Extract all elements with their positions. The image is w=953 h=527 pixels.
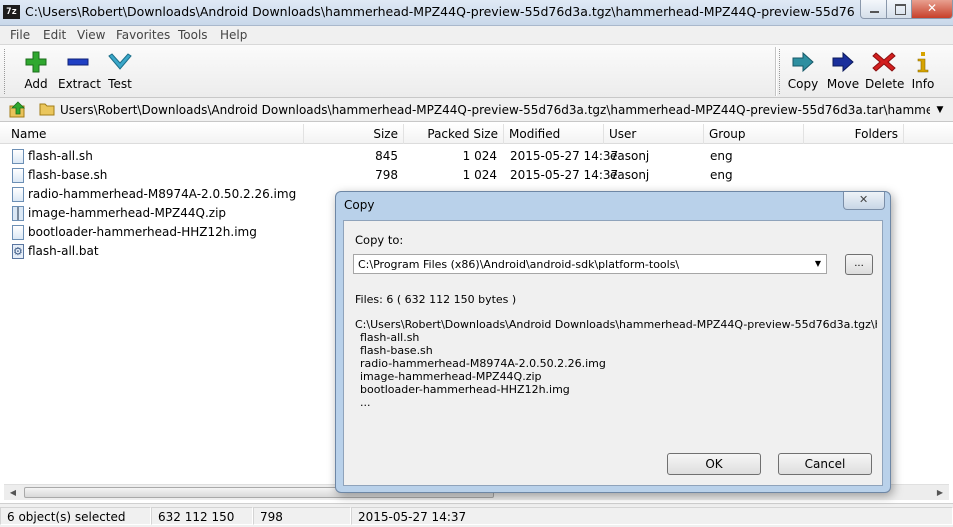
toolbar-separator [775,47,777,96]
folder-icon [39,102,55,116]
column-header: Name Size Packed Size Modified User Grou… [0,124,953,144]
close-button[interactable] [911,0,953,19]
menu-favorites[interactable]: Favorites [116,28,170,42]
status-selected: 6 object(s) selected [0,507,151,525]
plus-icon [24,51,48,73]
dialog-body: Copy to: C:\Program Files (x86)\Android\… [343,220,883,486]
minimize-button[interactable] [860,0,887,19]
copy-dialog: Copy Copy to: C:\Program Files (x86)\And… [335,191,891,493]
chevron-down-icon[interactable]: ▼ [933,102,947,118]
column-size[interactable]: Size [304,124,404,144]
batch-file-icon [12,242,24,261]
scroll-left-icon[interactable]: ◀ [6,486,20,500]
cancel-button[interactable]: Cancel [778,453,872,475]
column-group[interactable]: Group [704,124,804,144]
status-bar: 6 object(s) selected 632 112 150 798 201… [0,503,953,527]
list-item: ... [360,396,371,409]
toolbar-grip[interactable] [4,49,7,94]
delete-x-icon [872,51,896,73]
move-arrow-icon [831,51,855,73]
destination-input[interactable]: C:\Program Files (x86)\Android\android-s… [358,255,679,274]
menu-bar: File Edit View Favorites Tools Help [0,26,953,45]
browse-button[interactable]: ... [845,254,873,275]
document-icon [12,225,24,240]
source-path: C:\Users\Robert\Downloads\Android Downlo… [355,318,877,331]
status-modified: 2015-05-27 14:37 [351,507,953,525]
dialog-close-button[interactable] [843,192,885,210]
column-name[interactable]: Name [0,124,304,144]
menu-edit[interactable]: Edit [43,28,66,42]
copy-to-label: Copy to: [355,233,404,247]
test-button[interactable]: Test [104,51,136,95]
document-icon [12,168,24,183]
document-icon [12,149,24,164]
files-summary: Files: 6 ( 632 112 150 bytes ) [355,293,517,306]
address-input[interactable]: Users\Robert\Downloads\Android Downloads… [60,101,930,119]
list-item: flash-base.sh [360,344,433,357]
menu-help[interactable]: Help [220,28,247,42]
add-button[interactable]: Add [20,51,52,95]
minus-icon [66,51,90,73]
table-row[interactable]: flash-base.sh 798 1 024 2015-05-27 14:37… [0,166,940,185]
maximize-button[interactable] [886,0,912,19]
up-folder-icon[interactable] [9,101,27,118]
check-icon [108,51,132,73]
delete-button[interactable]: Delete [865,51,904,95]
title-bar: 7z C:\Users\Robert\Downloads\Android Dow… [0,0,953,26]
move-button[interactable]: Move [826,51,860,95]
list-item: image-hammerhead-MPZ44Q.zip [360,370,542,383]
ok-button[interactable]: OK [667,453,761,475]
copy-arrow-icon [791,51,815,73]
column-modified[interactable]: Modified [504,124,604,144]
status-size: 632 112 150 [151,507,253,525]
status-packed: 798 [253,507,351,525]
info-button[interactable]: Info [909,51,937,95]
list-item: radio-hammerhead-M8974A-2.0.50.2.26.img [360,357,606,370]
scroll-right-icon[interactable]: ▶ [933,486,947,500]
menu-view[interactable]: View [77,28,105,42]
column-packed-size[interactable]: Packed Size [404,124,504,144]
destination-combobox[interactable]: C:\Program Files (x86)\Android\android-s… [353,254,827,274]
copy-button[interactable]: Copy [787,51,819,95]
toolbar-grip[interactable] [779,49,782,94]
table-row[interactable]: flash-all.sh 845 1 024 2015-05-27 14:37 … [0,147,940,166]
column-folders[interactable]: Folders [804,124,904,144]
app-logo-icon: 7z [3,5,20,19]
info-icon [911,51,935,73]
menu-file[interactable]: File [10,28,30,42]
extract-button[interactable]: Extract [58,51,101,95]
toolbar: Add Extract Test Copy Move Delete Info [0,45,953,98]
list-item: bootloader-hammerhead-HHZ12h.img [360,383,570,396]
window-title: C:\Users\Robert\Downloads\Android Downlo… [25,4,855,19]
address-bar: Users\Robert\Downloads\Android Downloads… [0,98,953,122]
menu-tools[interactable]: Tools [178,28,208,42]
chevron-down-icon[interactable]: ▼ [810,255,826,273]
list-item: flash-all.sh [360,331,420,344]
column-user[interactable]: User [604,124,704,144]
source-list: C:\Users\Robert\Downloads\Android Downlo… [355,318,877,443]
dialog-title: Copy [344,198,375,212]
document-icon [12,187,24,202]
zip-icon [12,206,24,221]
